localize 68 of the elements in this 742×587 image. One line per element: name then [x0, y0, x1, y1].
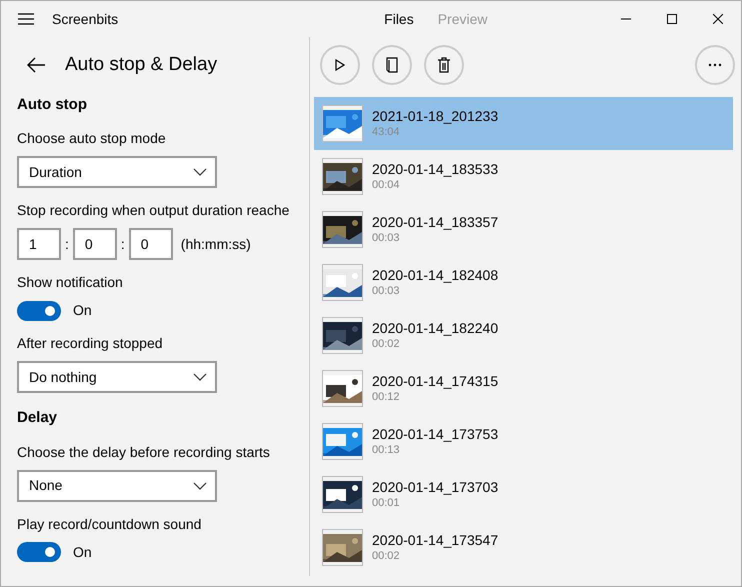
time-field[interactable]: 0	[128, 228, 173, 260]
file-duration: 43:04	[372, 125, 401, 139]
file-row[interactable]: 2020-01-14_182408 00:03	[314, 256, 733, 309]
time-field[interactable]: 0	[72, 228, 117, 260]
file-name: 2020-01-14_182408	[372, 267, 498, 284]
field-label: After recording stopped	[17, 334, 164, 353]
chevron-down-icon	[193, 373, 207, 381]
section-heading: Delay	[17, 408, 58, 428]
page-title: Auto stop & Delay	[65, 53, 218, 77]
open-folder-button[interactable]	[372, 45, 412, 85]
file-duration: 00:13	[372, 443, 401, 457]
toggle-state: On	[73, 301, 92, 320]
menu-icon	[18, 13, 34, 25]
field-label: Choose auto stop mode	[17, 129, 167, 148]
field-label: Play record/countdown sound	[17, 514, 202, 534]
file-row[interactable]: 2021-01-18_201233 43:04	[314, 97, 733, 150]
file-row[interactable]: 2020-01-14_183533 00:04	[314, 150, 733, 203]
field-label: Show notification	[17, 273, 124, 292]
file-name: 2020-01-14_173547	[372, 532, 498, 549]
file-row[interactable]: 2020-01-14_183357 00:03	[314, 203, 733, 256]
play-icon	[335, 59, 345, 71]
more-icon	[708, 63, 722, 67]
dropdown-value: None	[29, 476, 62, 495]
file-name: 2020-01-14_183357	[372, 214, 498, 231]
field-label: Stop recording when output duration reache	[17, 201, 290, 220]
dropdown[interactable]: None	[17, 470, 217, 502]
file-row[interactable]: 2020-01-14_173547 00:02	[314, 521, 733, 574]
dropdown-value: Do nothing	[29, 368, 97, 387]
file-duration: 00:04	[372, 178, 401, 192]
file-name: 2020-01-14_182240	[372, 320, 498, 337]
chevron-down-icon	[193, 482, 207, 490]
chevron-down-icon	[193, 168, 207, 176]
file-name: 2020-01-14_173703	[372, 479, 498, 496]
file-duration: 00:12	[372, 390, 401, 404]
field-label: Choose the delay before recording starts	[17, 442, 271, 462]
toggle-switch[interactable]	[17, 542, 61, 562]
file-name: 2021-01-18_201233	[372, 108, 498, 125]
file-name: 2020-01-14_174315	[372, 373, 498, 390]
door-icon	[386, 57, 398, 73]
section-heading: Auto stop	[17, 94, 88, 114]
tab[interactable]: Files	[372, 8, 426, 30]
file-duration: 00:03	[372, 231, 401, 245]
trash-icon	[438, 57, 450, 73]
time-field[interactable]: 1	[17, 228, 61, 260]
delete-button[interactable]	[424, 45, 464, 85]
file-row[interactable]: 2020-01-14_173703 00:01	[314, 468, 733, 521]
toggle-switch[interactable]	[17, 300, 61, 320]
close-icon	[713, 14, 723, 24]
play-button[interactable]	[320, 45, 360, 85]
dropdown-value: Duration	[29, 162, 82, 182]
time-separator: :	[65, 234, 69, 254]
file-duration: 00:02	[372, 337, 401, 351]
back-arrow-icon	[27, 57, 45, 74]
toggle-state: On	[73, 542, 92, 562]
file-duration: 00:03	[372, 284, 401, 298]
file-row[interactable]: 2020-01-14_173753 00:13	[314, 415, 733, 468]
file-name: 2020-01-14_173753	[372, 426, 498, 443]
dropdown[interactable]: Duration	[17, 156, 217, 188]
dropdown[interactable]: Do nothing	[17, 361, 217, 393]
time-separator: :	[120, 234, 125, 254]
time-format-hint: (hh:mm:ss)	[180, 234, 251, 254]
file-duration: 00:02	[372, 549, 401, 563]
file-row[interactable]: 2020-01-14_174315 00:12	[314, 362, 733, 415]
app-title: Screenbits	[52, 10, 118, 28]
file-name: 2020-01-14_183533	[372, 161, 498, 178]
file-duration: 00:01	[372, 496, 401, 510]
file-row[interactable]: 2020-01-14_182240 00:02	[314, 309, 733, 362]
maximize-icon	[667, 14, 677, 24]
